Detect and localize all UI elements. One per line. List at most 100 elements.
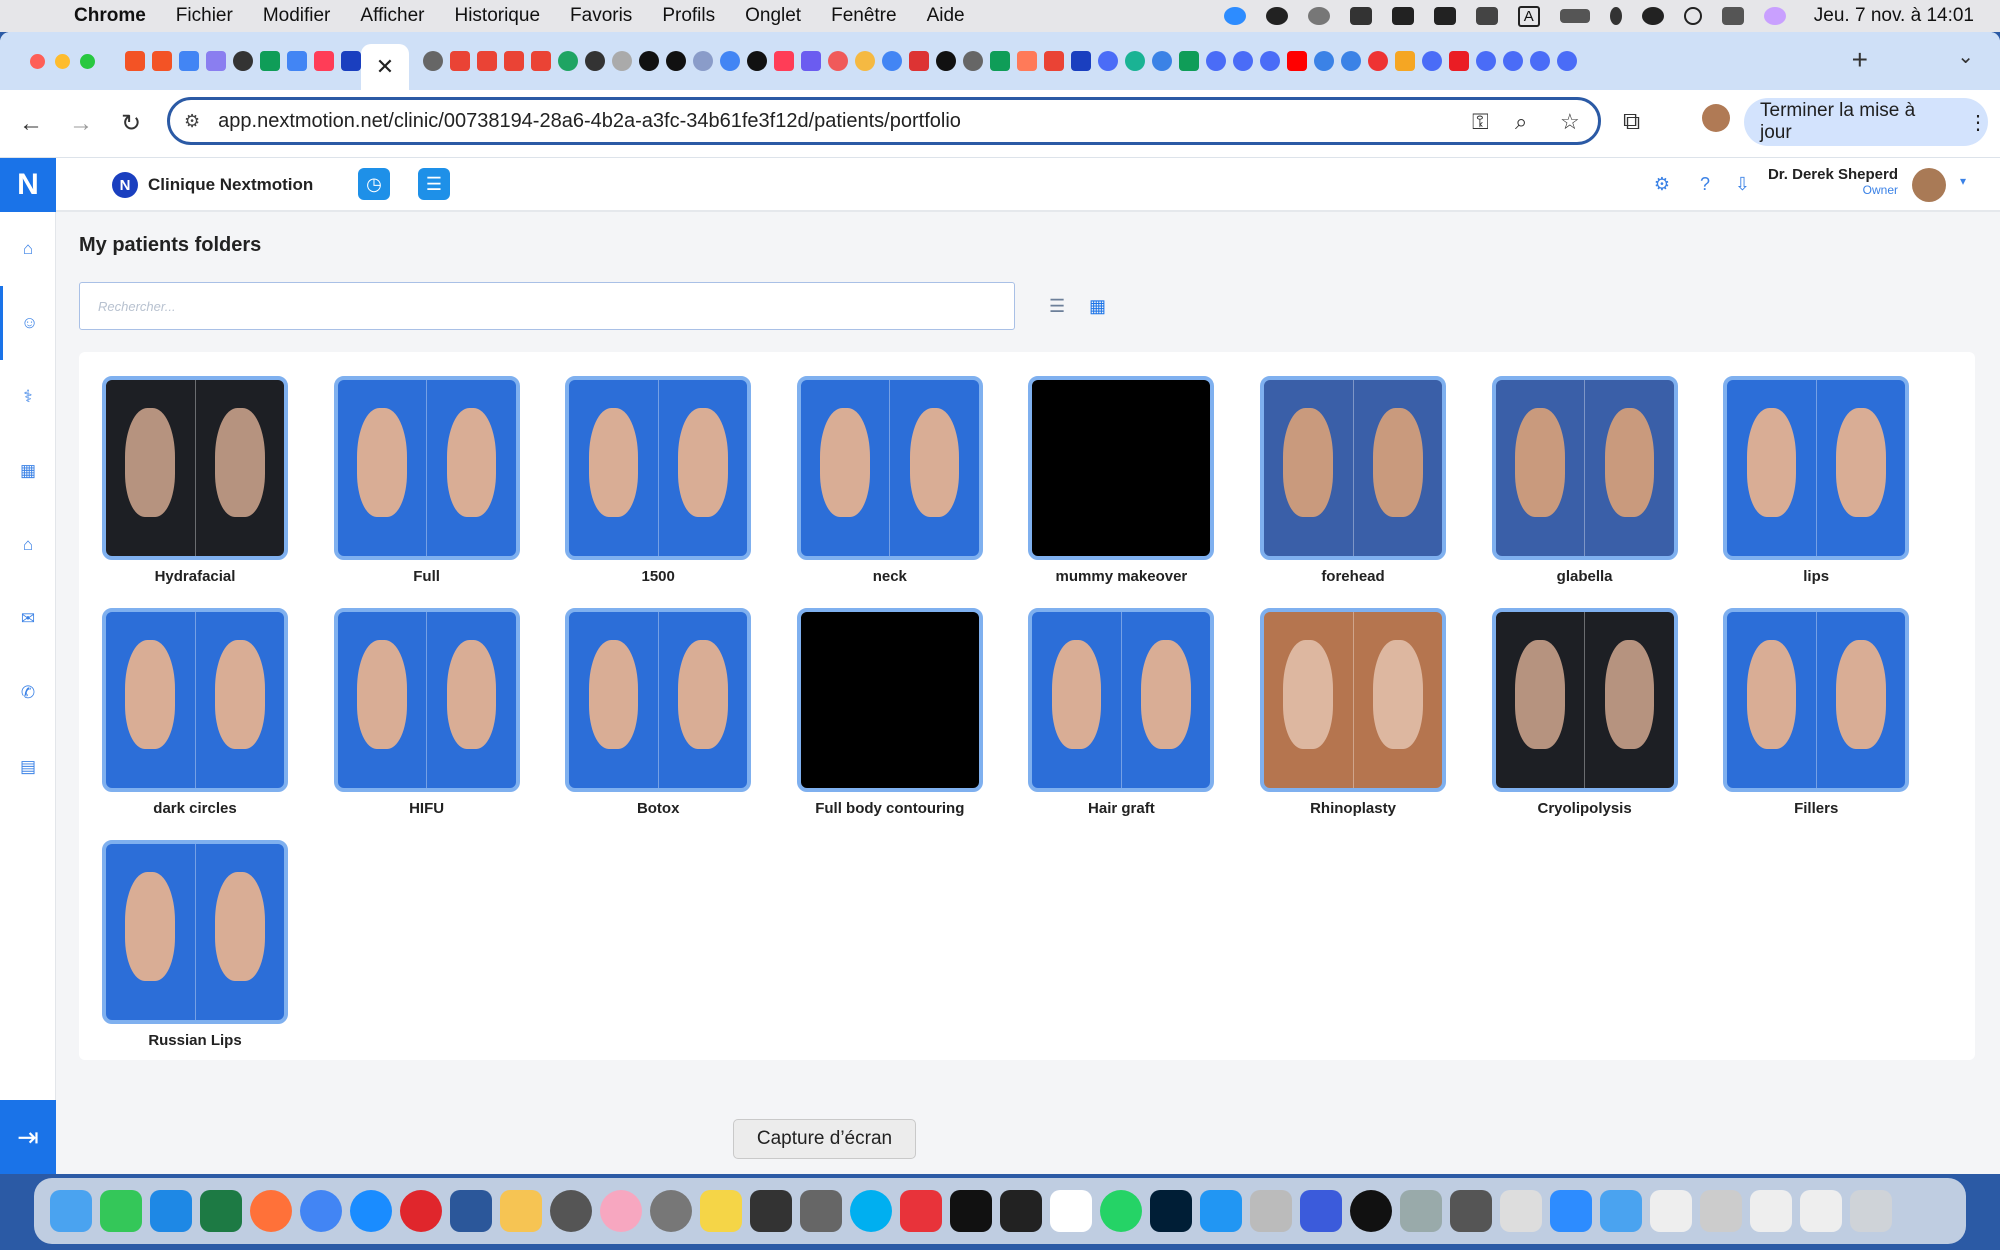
calendar-icon[interactable] bbox=[1050, 1190, 1092, 1232]
photoshop-icon[interactable] bbox=[1150, 1190, 1192, 1232]
mp4-file-icon[interactable] bbox=[1750, 1190, 1792, 1232]
menubar-clock[interactable]: Jeu. 7 nov. à 14:01 bbox=[1814, 5, 1974, 27]
notes-icon[interactable] bbox=[700, 1190, 742, 1232]
tiktok-icon[interactable] bbox=[950, 1190, 992, 1232]
menu-item-favoris[interactable]: Favoris bbox=[570, 5, 632, 27]
tab-favicon[interactable] bbox=[179, 51, 199, 71]
sidebar-stethoscope-icon[interactable]: ⚕ bbox=[0, 360, 56, 434]
tab-favicon[interactable] bbox=[1017, 51, 1037, 71]
folder-thumbnail[interactable] bbox=[102, 840, 288, 1024]
patient-folder-card[interactable]: Fillers bbox=[1723, 608, 1910, 817]
status-arrow-icon[interactable] bbox=[1307, 7, 1330, 25]
tab-favicon[interactable] bbox=[801, 51, 821, 71]
system-settings-icon[interactable] bbox=[650, 1190, 692, 1232]
tab-favicon[interactable] bbox=[1233, 51, 1253, 71]
tab-favicon[interactable] bbox=[1287, 51, 1307, 71]
tab-favicon[interactable] bbox=[1395, 51, 1415, 71]
tab-favicon[interactable] bbox=[936, 51, 956, 71]
user-menu[interactable]: Dr. Derek Sheperd Owner bbox=[1768, 166, 1898, 197]
tab-favicon[interactable] bbox=[1557, 51, 1577, 71]
status-tools-icon[interactable] bbox=[1391, 7, 1414, 25]
preview-icon[interactable] bbox=[1250, 1190, 1292, 1232]
folder-thumbnail[interactable] bbox=[333, 608, 520, 792]
tab-favicon[interactable] bbox=[450, 51, 470, 71]
zoom-status-icon[interactable] bbox=[1223, 7, 1246, 25]
sidebar-chat-icon[interactable]: ✉ bbox=[0, 582, 56, 656]
word-icon[interactable] bbox=[450, 1190, 492, 1232]
folder-thumbnail[interactable] bbox=[565, 608, 752, 792]
tab-favicon[interactable] bbox=[1125, 51, 1145, 71]
patient-folder-card[interactable]: glabella bbox=[1491, 376, 1678, 585]
tab-favicon[interactable] bbox=[855, 51, 875, 71]
help-icon[interactable]: ? bbox=[1700, 174, 1710, 195]
tab-favicon[interactable] bbox=[1476, 51, 1496, 71]
tab-favicon[interactable] bbox=[1341, 51, 1361, 71]
patient-folder-card[interactable]: Botox bbox=[565, 608, 752, 817]
password-key-icon[interactable]: ⚿ bbox=[1472, 109, 1489, 135]
patient-folder-card[interactable]: Russian Lips bbox=[102, 840, 288, 1049]
chrome-icon[interactable] bbox=[300, 1190, 342, 1232]
patient-folder-card[interactable]: forehead bbox=[1260, 376, 1446, 585]
zoom-magnifier-icon[interactable]: ⌕ bbox=[1515, 109, 1527, 135]
mp4-file-icon[interactable] bbox=[1800, 1190, 1842, 1232]
status-sun-icon[interactable] bbox=[1265, 7, 1288, 25]
patient-folder-card[interactable]: Hydrafacial bbox=[102, 376, 288, 585]
folder-thumbnail[interactable] bbox=[333, 376, 520, 560]
tab-favicon[interactable] bbox=[720, 51, 740, 71]
tab-favicon[interactable] bbox=[639, 51, 659, 71]
keyboard-input-icon[interactable]: A bbox=[1517, 5, 1540, 27]
app-store-icon[interactable] bbox=[150, 1190, 192, 1232]
battery-icon[interactable] bbox=[1559, 9, 1590, 23]
tab-favicon[interactable] bbox=[260, 51, 280, 71]
siri-icon[interactable] bbox=[1763, 7, 1786, 25]
address-bar[interactable]: ⚙ app.nextmotion.net/clinic/00738194-28a… bbox=[167, 97, 1601, 145]
new-tab-plus-icon[interactable]: + bbox=[1852, 44, 1868, 76]
tab-favicon[interactable] bbox=[666, 51, 686, 71]
bookmark-star-icon[interactable]: ☆ bbox=[1560, 109, 1580, 135]
nordvpn-icon[interactable] bbox=[1300, 1190, 1342, 1232]
calculator-icon[interactable] bbox=[1450, 1190, 1492, 1232]
active-tab[interactable]: ✕ bbox=[361, 44, 409, 90]
search-input[interactable] bbox=[79, 282, 1015, 330]
tab-favicon[interactable] bbox=[1449, 51, 1469, 71]
screenshot-icon[interactable] bbox=[800, 1190, 842, 1232]
tab-favicon[interactable] bbox=[1152, 51, 1172, 71]
folder-thumbnail[interactable] bbox=[1491, 376, 1678, 560]
tab-favicon[interactable] bbox=[612, 51, 632, 71]
tab-favicon[interactable] bbox=[747, 51, 767, 71]
folder-thumbnail[interactable] bbox=[565, 376, 752, 560]
journal-button[interactable]: ◷ bbox=[358, 168, 390, 200]
excel-icon[interactable] bbox=[200, 1190, 242, 1232]
patient-folder-card[interactable]: 1500 bbox=[565, 376, 752, 585]
patient-folder-card[interactable]: Hair graft bbox=[1028, 608, 1215, 817]
trash-icon[interactable] bbox=[1850, 1190, 1892, 1232]
tab-favicon[interactable] bbox=[1044, 51, 1064, 71]
grid-view-icon[interactable]: ▦ bbox=[1089, 296, 1106, 317]
wifi-icon[interactable] bbox=[1641, 7, 1664, 25]
update-button[interactable]: Terminer la mise à jour ⋮ bbox=[1744, 98, 1988, 146]
more-menu-icon[interactable]: ⋮ bbox=[1968, 110, 1988, 135]
tab-favicon[interactable] bbox=[963, 51, 983, 71]
patient-folder-card[interactable]: neck bbox=[796, 376, 983, 585]
folder-thumbnail[interactable] bbox=[1723, 608, 1910, 792]
tab-favicon[interactable] bbox=[774, 51, 794, 71]
patient-folder-card[interactable]: lips bbox=[1723, 376, 1910, 585]
tab-favicon[interactable] bbox=[909, 51, 929, 71]
patient-folder-card[interactable]: Cryolipolysis bbox=[1491, 608, 1678, 817]
window-zoom-button[interactable] bbox=[80, 53, 95, 69]
tab-favicon[interactable] bbox=[693, 51, 713, 71]
tab-favicon[interactable] bbox=[1422, 51, 1442, 71]
control-center-icon[interactable] bbox=[1721, 7, 1744, 25]
settings-gear-icon[interactable]: ⚙ bbox=[1654, 174, 1670, 195]
window-minimize-button[interactable] bbox=[55, 53, 70, 69]
reload-icon[interactable]: ↻ bbox=[106, 109, 156, 138]
document-icon[interactable] bbox=[1700, 1190, 1742, 1232]
status-memory-icon[interactable] bbox=[1475, 7, 1498, 25]
final-cut-icon[interactable] bbox=[750, 1190, 792, 1232]
pineapple-app-icon[interactable] bbox=[500, 1190, 542, 1232]
tab-favicon[interactable] bbox=[341, 51, 361, 71]
folder-thumbnail[interactable] bbox=[1491, 608, 1678, 792]
messages-icon[interactable] bbox=[100, 1190, 142, 1232]
capcut-icon[interactable] bbox=[1000, 1190, 1042, 1232]
tab-favicon[interactable] bbox=[314, 51, 334, 71]
